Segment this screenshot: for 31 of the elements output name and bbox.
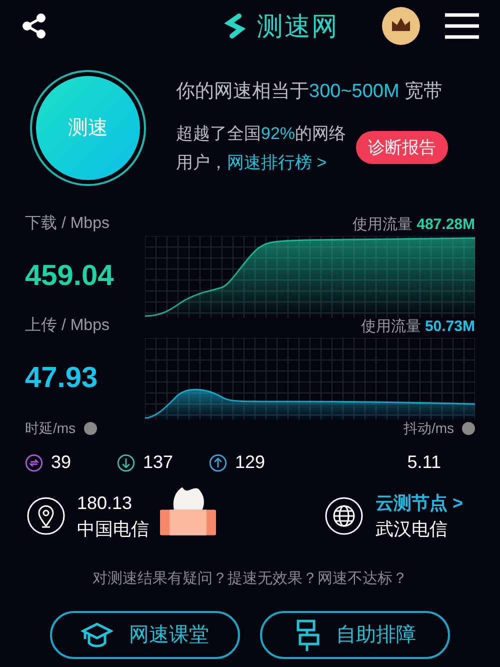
action-button[interactable]: 网速课堂 <box>50 610 240 658</box>
jitter-label: 抖动/ms <box>403 419 454 438</box>
usage-text: 使用流量 487.28M <box>352 214 475 234</box>
isp-name: 中国电信 <box>77 518 149 541</box>
ip-address: 180.13 <box>77 492 134 515</box>
share-icon[interactable] <box>20 12 48 40</box>
jitter-value: 5.11 <box>407 451 441 474</box>
bandwidth-text: 你的网速相当于300~500M 宽带 <box>176 80 444 104</box>
meter-label: 下载 / Mbps <box>25 214 110 234</box>
latency-value: 129 <box>235 451 266 474</box>
server-link[interactable]: 云测节点 > <box>375 490 463 516</box>
latency-value: 39 <box>51 451 72 474</box>
ranking-link[interactable]: 网速排行榜 > <box>227 152 327 172</box>
crown-badge-icon[interactable] <box>382 7 420 45</box>
speed-value: 47.93 <box>25 361 98 396</box>
location-pin-icon <box>27 497 65 535</box>
app-title: 测速网 <box>257 10 339 42</box>
graduation-cap-icon <box>81 620 113 648</box>
meter-label: 上传 / Mbps <box>25 316 110 336</box>
server-name: 武汉电信 <box>375 518 448 541</box>
menu-icon[interactable] <box>444 13 480 39</box>
latency-value: 137 <box>143 451 174 474</box>
globe-icon <box>325 497 364 535</box>
signpost-icon <box>294 618 320 652</box>
question-text: 对测速结果有疑问？提速无效果？网速不达标？ <box>92 569 408 589</box>
ranking-text: 超越了全国92%的网络用户，网速排行榜 > <box>176 122 348 174</box>
report-button[interactable]: 诊断报告 <box>356 131 448 164</box>
latency-label: 时延/ms <box>25 419 76 438</box>
usage-text: 使用流量 50.73M <box>360 316 475 336</box>
speed-value: 459.04 <box>25 259 114 294</box>
action-button[interactable]: 自助排障 <box>260 610 450 658</box>
